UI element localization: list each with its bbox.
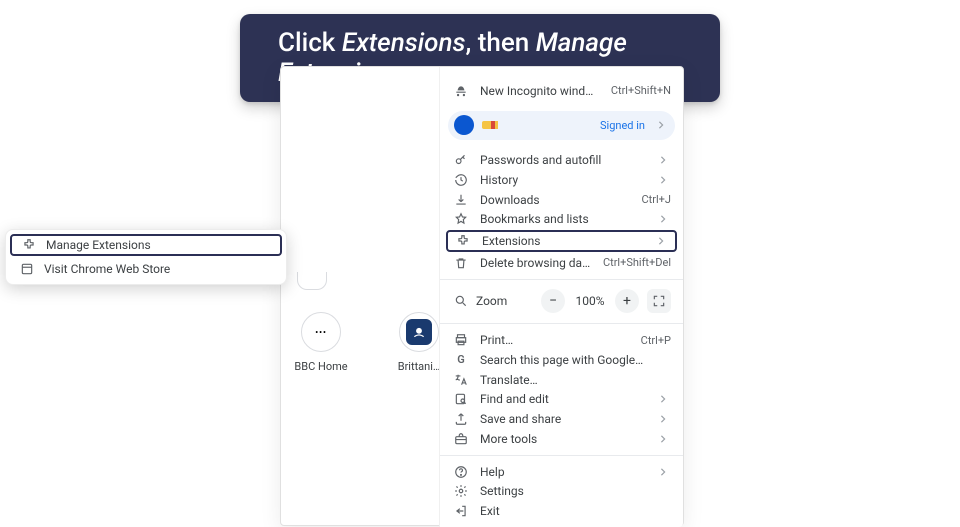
- menu-item-extensions[interactable]: Extensions: [446, 230, 677, 252]
- chrome-main-menu: New Incognito window Ctrl+Shift+N Signed…: [439, 67, 683, 527]
- menu-item-shortcut: Ctrl+P: [641, 334, 671, 347]
- zoom-in-button[interactable]: +: [615, 289, 639, 313]
- submenu-item-label: Visit Chrome Web Store: [44, 262, 272, 276]
- menu-item-profile[interactable]: Signed in: [448, 111, 675, 141]
- shortcut-tiles-row: ••• BBC Home Brittani…: [291, 312, 449, 373]
- menu-item-zoom: Zoom − 100% +: [440, 286, 683, 318]
- extensions-submenu: Manage Extensions Visit Chrome Web Store: [5, 229, 287, 285]
- menu-item-shortcut: Ctrl+Shift+Del: [603, 256, 671, 269]
- menu-item-label: Save and share: [480, 412, 647, 426]
- menu-item-more-tools[interactable]: More tools: [440, 429, 683, 449]
- menu-item-settings[interactable]: Settings: [440, 481, 683, 501]
- menu-item-label: Exit: [480, 504, 671, 518]
- menu-item-label: Bookmarks and lists: [480, 212, 647, 226]
- menu-item-delete-browsing-data[interactable]: Delete browsing data… Ctrl+Shift+Del: [440, 253, 683, 273]
- submenu-item-web-store[interactable]: Visit Chrome Web Store: [6, 258, 286, 280]
- trash-icon: [454, 256, 468, 270]
- banner-text-2: , then: [465, 28, 535, 58]
- chrome-screenshot: ••• BBC Home Brittani… Manage Extensions: [280, 66, 684, 526]
- history-icon: [454, 173, 468, 187]
- exit-icon: [454, 504, 468, 518]
- key-icon: [454, 153, 468, 167]
- brit-icon: [406, 319, 432, 345]
- menu-item-print[interactable]: Print… Ctrl+P: [440, 330, 683, 350]
- menu-item-bookmarks[interactable]: Bookmarks and lists: [440, 209, 683, 229]
- print-icon: [454, 333, 468, 347]
- submenu-item-manage-extensions[interactable]: Manage Extensions: [10, 234, 282, 256]
- menu-item-shortcut: Ctrl+J: [642, 193, 671, 206]
- menu-item-label: Settings: [480, 484, 671, 498]
- menu-item-label: Passwords and autofill: [480, 153, 647, 167]
- chevron-right-icon: [659, 215, 671, 223]
- gear-icon: [454, 484, 468, 498]
- shortcut-label: Brittani…: [398, 360, 441, 373]
- chevron-right-icon: [659, 156, 671, 164]
- menu-item-help[interactable]: Help: [440, 462, 683, 482]
- menu-item-label: Extensions: [482, 234, 645, 248]
- menu-item-label: Print…: [480, 333, 629, 347]
- menu-item-label: New Incognito window: [480, 84, 599, 98]
- help-icon: [454, 465, 468, 479]
- banner-text-1: Click: [278, 28, 342, 58]
- share-icon: [454, 412, 468, 426]
- menu-item-label: History: [480, 173, 647, 187]
- signed-in-label: Signed in: [600, 119, 649, 132]
- chevron-right-icon: [659, 415, 671, 423]
- star-icon: [454, 212, 468, 226]
- menu-item-exit[interactable]: Exit: [440, 501, 683, 521]
- menu-separator: [440, 279, 683, 280]
- zoom-value: 100%: [573, 294, 607, 308]
- translate-icon: [454, 373, 468, 387]
- menu-item-label: Downloads: [480, 193, 630, 207]
- menu-item-label: Search this page with Google…: [480, 353, 671, 367]
- chevron-right-icon: [659, 468, 671, 476]
- menu-item-incognito[interactable]: New Incognito window Ctrl+Shift+N: [440, 81, 683, 101]
- brit-icon-wrap: [399, 312, 439, 352]
- menu-item-label: Find and edit: [480, 392, 647, 406]
- menu-item-save-share[interactable]: Save and share: [440, 409, 683, 429]
- incognito-icon: [454, 84, 468, 98]
- banner-em-extensions: Extensions: [342, 28, 466, 58]
- menu-item-downloads[interactable]: Downloads Ctrl+J: [440, 190, 683, 210]
- profile-name-blurred: [482, 121, 522, 129]
- menu-separator: [440, 323, 683, 324]
- google-icon: G: [454, 353, 468, 367]
- menu-item-search-google[interactable]: G Search this page with Google…: [440, 350, 683, 370]
- chevron-right-icon: [657, 121, 665, 129]
- chevron-right-icon: [659, 435, 671, 443]
- zoom-label: Zoom: [476, 294, 533, 308]
- extension-icon: [456, 234, 470, 248]
- chevron-right-icon: [659, 176, 671, 184]
- extension-icon: [22, 238, 36, 252]
- shortcut-label: BBC Home: [294, 360, 347, 373]
- menu-item-shortcut: Ctrl+Shift+N: [611, 84, 671, 97]
- menu-separator: [440, 455, 683, 456]
- chevron-right-icon: [659, 395, 671, 403]
- zoom-icon: [454, 294, 468, 308]
- fullscreen-button[interactable]: [647, 289, 671, 313]
- menu-item-translate[interactable]: Translate…: [440, 370, 683, 390]
- menu-item-label: More tools: [480, 432, 647, 446]
- avatar: [454, 115, 474, 135]
- menu-item-history[interactable]: History: [440, 170, 683, 190]
- partial-shortcut-fragment: [297, 272, 327, 290]
- submenu-item-label: Manage Extensions: [46, 238, 270, 252]
- menu-item-find[interactable]: Find and edit: [440, 389, 683, 409]
- find-icon: [454, 392, 468, 406]
- menu-item-label: Help: [480, 465, 647, 479]
- toolbox-icon: [454, 432, 468, 446]
- chevron-right-icon: [657, 237, 669, 245]
- webstore-icon: [20, 262, 34, 276]
- shortcut-tile-bbc[interactable]: ••• BBC Home: [291, 312, 351, 373]
- download-icon: [454, 193, 468, 207]
- zoom-out-button[interactable]: −: [541, 289, 565, 313]
- menu-item-label: Delete browsing data…: [480, 256, 591, 270]
- menu-item-passwords[interactable]: Passwords and autofill: [440, 150, 683, 170]
- menu-item-label: Translate…: [480, 373, 671, 387]
- bbc-icon: •••: [301, 312, 341, 352]
